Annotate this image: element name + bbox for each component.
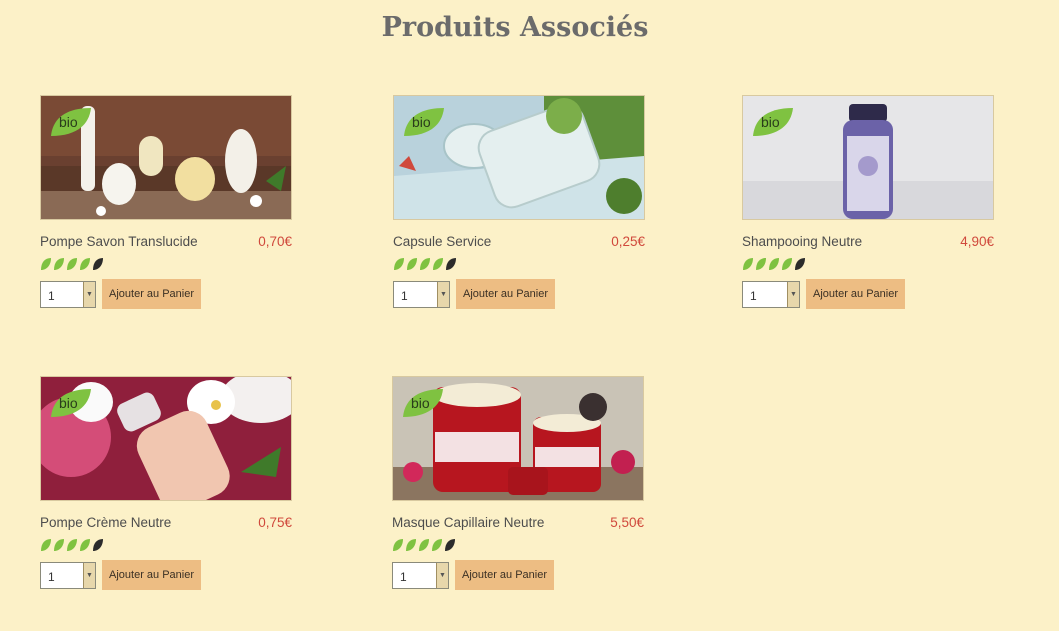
quantity-value: 1 [48, 288, 55, 303]
add-to-cart-button[interactable]: Ajouter au Panier [455, 560, 554, 590]
product-name[interactable]: Shampooing Neutre [742, 234, 862, 249]
chevron-down-icon[interactable]: ▼ [436, 562, 448, 588]
product-card: bio Pompe Savon Translucide 0,70€ 1 ▼ Aj… [40, 95, 292, 309]
leaf-icon [433, 258, 443, 270]
quantity-select[interactable]: 1 ▼ [392, 561, 449, 589]
leaf-icon [80, 258, 90, 270]
bio-badge: bio [412, 114, 431, 130]
rating-leaves [393, 257, 645, 273]
leaf-icon [80, 539, 90, 551]
product-image[interactable]: bio [40, 376, 292, 501]
product-name[interactable]: Pompe Crème Neutre [40, 515, 171, 530]
section-title: Produits Associés [381, 12, 649, 43]
chevron-down-icon[interactable]: ▼ [83, 562, 95, 588]
leaf-icon [406, 539, 416, 551]
leaf-icon [67, 258, 77, 270]
leaf-icon [407, 258, 417, 270]
quantity-value: 1 [400, 569, 407, 584]
product-image[interactable]: bio [393, 95, 645, 220]
quantity-select[interactable]: 1 ▼ [40, 280, 96, 308]
add-to-cart-button[interactable]: Ajouter au Panier [102, 279, 201, 309]
product-price: 4,90€ [960, 234, 994, 249]
rating-leaves [392, 538, 644, 554]
leaf-icon [393, 539, 403, 551]
leaf-icon [67, 539, 77, 551]
product-name[interactable]: Capsule Service [393, 234, 491, 249]
leaf-icon [420, 258, 430, 270]
quantity-value: 1 [401, 288, 408, 303]
leaf-icon [743, 258, 753, 270]
product-card: bio Capsule Service 0,25€ 1 ▼ Ajouter au… [393, 95, 645, 309]
product-price: 5,50€ [610, 515, 644, 530]
product-name[interactable]: Masque Capillaire Neutre [392, 515, 544, 530]
leaf-icon [432, 539, 442, 551]
bio-badge: bio [59, 114, 78, 130]
quantity-select[interactable]: 1 ▼ [742, 280, 800, 308]
quantity-value: 1 [48, 569, 55, 584]
product-image[interactable]: bio [40, 95, 292, 220]
leaf-icon [41, 539, 51, 551]
rating-leaves [40, 257, 292, 273]
leaf-icon [782, 258, 792, 270]
leaf-icon [756, 258, 766, 270]
product-card: bio Pompe Crème Neutre 0,75€ 1 ▼ Ajouter… [40, 376, 292, 590]
chevron-down-icon[interactable]: ▼ [437, 281, 449, 307]
rating-leaves [40, 538, 292, 554]
bio-badge: bio [411, 395, 430, 411]
product-card: bio Masque Capillaire Neutre 5,50€ 1 ▼ A… [392, 376, 644, 590]
leaf-icon [419, 539, 429, 551]
product-image[interactable]: bio [742, 95, 994, 220]
leaf-icon [394, 258, 404, 270]
quantity-select[interactable]: 1 ▼ [40, 561, 96, 589]
product-price: 0,75€ [258, 515, 292, 530]
product-price: 0,25€ [611, 234, 645, 249]
add-to-cart-button[interactable]: Ajouter au Panier [806, 279, 905, 309]
quantity-select[interactable]: 1 ▼ [393, 280, 450, 308]
leaf-icon [41, 258, 51, 270]
leaf-empty-icon [93, 258, 103, 270]
product-price: 0,70€ [258, 234, 292, 249]
rating-leaves [742, 257, 994, 273]
product-card: bio Shampooing Neutre 4,90€ 1 ▼ Ajouter … [742, 95, 994, 309]
bio-badge: bio [59, 395, 78, 411]
chevron-down-icon[interactable]: ▼ [83, 281, 95, 307]
chevron-down-icon[interactable]: ▼ [787, 281, 799, 307]
add-to-cart-button[interactable]: Ajouter au Panier [102, 560, 201, 590]
add-to-cart-button[interactable]: Ajouter au Panier [456, 279, 555, 309]
leaf-empty-icon [93, 539, 103, 551]
leaf-icon [54, 258, 64, 270]
bio-badge: bio [761, 114, 780, 130]
product-image[interactable]: bio [392, 376, 644, 501]
quantity-value: 1 [750, 288, 757, 303]
leaf-empty-icon [446, 258, 456, 270]
product-name[interactable]: Pompe Savon Translucide [40, 234, 198, 249]
leaf-icon [769, 258, 779, 270]
leaf-empty-icon [795, 258, 805, 270]
leaf-icon [54, 539, 64, 551]
leaf-empty-icon [445, 539, 455, 551]
